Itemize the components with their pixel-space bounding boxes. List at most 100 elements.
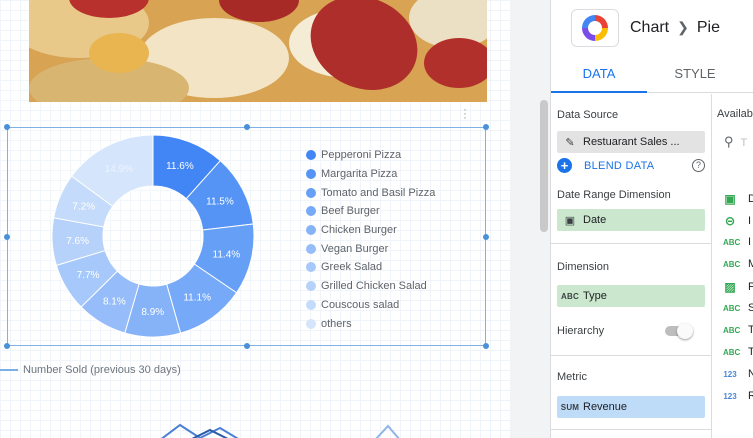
data-source-selector[interactable]: ✎ Restuarant Sales ...: [557, 131, 705, 153]
legend-label: Tomato and Basil Pizza: [321, 186, 436, 199]
date-range-dimension-chip[interactable]: ▣ Date: [557, 209, 705, 231]
legend-swatch: [306, 318, 316, 329]
slice-percent-label: 11.5%: [206, 197, 234, 208]
legend-swatch: [306, 169, 316, 180]
chart-type-picker[interactable]: [571, 8, 619, 47]
field-name: R: [748, 390, 753, 402]
dimension-title: Dimension: [557, 261, 609, 273]
number-type-icon: 123: [723, 369, 737, 379]
report-canvas[interactable]: · · · 11.6% 11.5% 11.4% 11.1% 8.9% 8.1% 7.7% 7.6%…: [0, 0, 510, 438]
legend-item[interactable]: Couscous salad: [306, 296, 435, 315]
metric-name: Revenue: [583, 401, 628, 413]
calendar-icon: ▣: [724, 192, 736, 206]
slice-percent-label: 7.6%: [66, 236, 89, 247]
legend-label: Margarita Pizza: [321, 168, 398, 181]
dimension-chip[interactable]: ABC Type: [557, 285, 705, 307]
chevron-right-icon: ❯: [677, 19, 689, 35]
field-name: I: [748, 215, 752, 227]
legend-item[interactable]: Greek Salad: [306, 258, 435, 277]
resize-handle[interactable]: [4, 124, 10, 130]
slice-percent-label: 14.9%: [105, 164, 133, 175]
breadcrumb: Chart ❯ Pie: [630, 19, 720, 37]
slice-percent-label: 7.2%: [72, 202, 95, 213]
legend-label: Beef Burger: [321, 205, 380, 218]
add-circle-icon: +: [557, 158, 572, 173]
line-chart-partial: [161, 423, 400, 438]
legend-swatch: [306, 206, 316, 217]
dimension-name: Type: [583, 290, 607, 302]
blend-data-button[interactable]: + BLEND DATA ?: [557, 158, 705, 173]
available-fields-title: Availab: [717, 108, 753, 120]
resize-handle[interactable]: [483, 234, 489, 240]
pizza-image[interactable]: [29, 0, 487, 102]
legend-label: Chicken Burger: [321, 224, 397, 237]
date-range-title: Date Range Dimension: [557, 189, 671, 201]
resize-handle[interactable]: [4, 234, 10, 240]
available-field[interactable]: ▣D: [723, 192, 753, 206]
legend-label: Vegan Burger: [321, 242, 389, 255]
legend-item[interactable]: Vegan Burger: [306, 239, 435, 258]
legend-item[interactable]: others: [306, 314, 435, 333]
resize-handle[interactable]: [244, 124, 250, 130]
legend-swatch: [306, 262, 316, 273]
pie-chart[interactable]: 11.6% 11.5% 11.4% 11.1% 8.9% 8.1% 7.7% 7.6% 7.2%…: [48, 131, 258, 341]
resize-handle[interactable]: [244, 343, 250, 349]
field-name: M: [748, 258, 753, 270]
available-field[interactable]: ABC M: [723, 258, 753, 270]
resize-handle[interactable]: [4, 343, 10, 349]
available-field[interactable]: ▨P: [723, 280, 753, 294]
metric-chip[interactable]: SUM Revenue: [557, 396, 705, 418]
number-type-icon: 123: [723, 391, 737, 401]
tab-data[interactable]: DATA: [551, 55, 647, 93]
available-field[interactable]: ⊝ I: [723, 214, 751, 228]
legend-item[interactable]: Pepperoni Pizza: [306, 146, 435, 165]
panel-header: Chart ❯ Pie: [551, 0, 753, 55]
breadcrumb-pie: Pie: [696, 18, 720, 36]
available-field[interactable]: ABC T: [723, 324, 753, 336]
slice-percent-label: 7.7%: [77, 270, 100, 281]
legend-item[interactable]: Beef Burger: [306, 202, 435, 221]
field-name: D: [748, 193, 753, 205]
tab-style[interactable]: STYLE: [647, 55, 743, 92]
legend-item[interactable]: Chicken Burger: [306, 221, 435, 240]
canvas-scrollbar[interactable]: [540, 100, 548, 232]
legend-label: Greek Salad: [321, 261, 383, 274]
chart-more-menu-icon[interactable]: · · ·: [463, 103, 467, 123]
help-icon[interactable]: ?: [692, 159, 705, 172]
breadcrumb-chart: Chart: [630, 18, 670, 36]
field-name: N: [748, 368, 753, 380]
slice-percent-label: 11.1%: [183, 293, 211, 304]
field-search-input[interactable]: T: [741, 137, 748, 149]
metric-title: Metric: [557, 371, 587, 383]
legend-swatch: [306, 225, 316, 236]
available-field[interactable]: ABC S: [723, 302, 753, 314]
resize-handle[interactable]: [483, 343, 489, 349]
legend-item[interactable]: Grilled Chicken Salad: [306, 277, 435, 296]
field-search[interactable]: ⚲ T: [724, 134, 747, 150]
legend-item[interactable]: Margarita Pizza: [306, 165, 435, 184]
data-settings-column: Data Source ✎ Restuarant Sales ... + BLE…: [551, 94, 711, 438]
divider: [551, 429, 711, 430]
divider: [551, 243, 711, 244]
search-icon: ⚲: [724, 134, 734, 149]
slice-percent-label: 8.1%: [103, 296, 126, 307]
legend-item[interactable]: Tomato and Basil Pizza: [306, 183, 435, 202]
legend-label: Pepperoni Pizza: [321, 149, 402, 162]
legend-label: Couscous salad: [321, 298, 400, 311]
available-field[interactable]: ABC I: [723, 236, 751, 248]
legend-swatch: [306, 299, 316, 310]
legend-label: others: [321, 317, 352, 330]
series-label: Number Sold (previous 30 days): [23, 364, 181, 376]
aggregation-label[interactable]: SUM: [557, 403, 583, 412]
link-icon: ⊝: [724, 214, 736, 228]
text-type-icon: ABC: [723, 347, 741, 357]
panel-tabs: DATA STYLE: [551, 55, 753, 93]
available-field[interactable]: ABC T: [723, 346, 753, 358]
date-dimension-name: Date: [583, 214, 607, 226]
available-field[interactable]: 123 N: [723, 368, 753, 380]
hierarchy-toggle[interactable]: [665, 323, 693, 339]
pencil-icon[interactable]: ✎: [557, 136, 583, 149]
available-field[interactable]: 123 R: [723, 390, 753, 402]
resize-handle[interactable]: [483, 124, 489, 130]
chart-legend: Pepperoni Pizza Margarita Pizza Tomato and…: [306, 146, 435, 333]
